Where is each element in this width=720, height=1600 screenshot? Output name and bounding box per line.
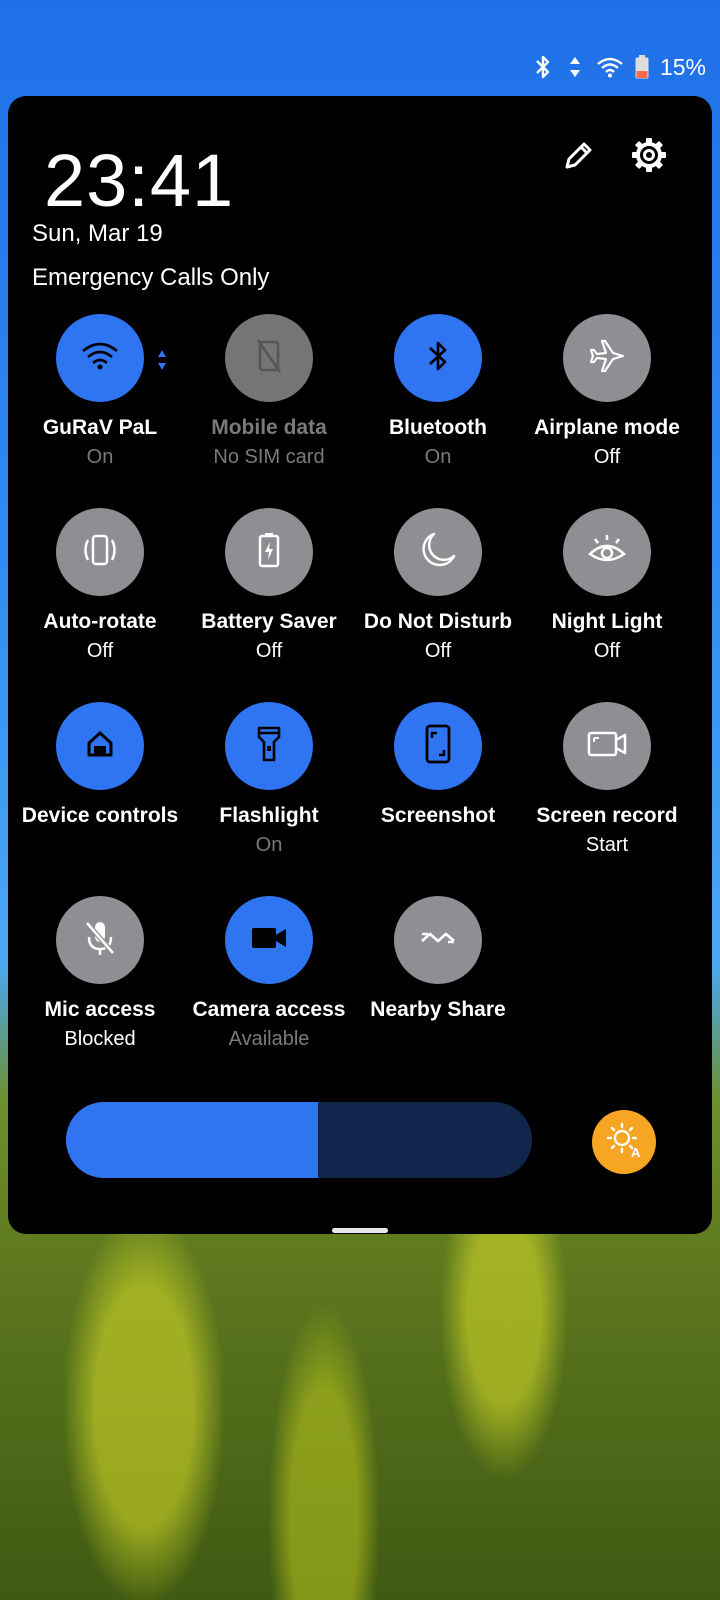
auto-brightness-button[interactable]: A	[592, 1110, 656, 1174]
tile-bluetooth[interactable]: Bluetooth On	[352, 314, 524, 469]
tile-label: Mobile data	[211, 416, 327, 439]
tile-label: Screenshot	[380, 804, 496, 827]
tile-status: Blocked	[64, 1028, 136, 1050]
edit-icon	[562, 138, 596, 177]
tile-night-light[interactable]: Night Light Off	[521, 508, 693, 663]
tile-nearby-share-button[interactable]	[394, 896, 482, 984]
tile-label: Camera access	[192, 998, 346, 1021]
tile-screenshot[interactable]: Screenshot	[352, 702, 524, 834]
svg-text:A: A	[631, 1145, 641, 1160]
tile-auto-rotate[interactable]: Auto-rotate Off	[14, 508, 186, 663]
tile-label: Night Light	[551, 610, 663, 633]
wifi-icon	[596, 54, 624, 80]
mobile-data-icon	[254, 338, 284, 379]
tile-label: Bluetooth	[389, 416, 487, 439]
tile-device-controls-button[interactable]	[56, 702, 144, 790]
tile-status: On	[255, 834, 283, 856]
nearby-share-icon	[418, 925, 458, 956]
tile-battery-saver-button[interactable]	[225, 508, 313, 596]
clock[interactable]: 23:41	[44, 138, 234, 223]
tile-status: On	[424, 446, 452, 468]
settings-icon	[630, 136, 668, 179]
tile-status: Available	[228, 1028, 310, 1050]
tile-camera-access-button[interactable]	[225, 896, 313, 984]
battery-low-icon	[634, 54, 650, 80]
auto-brightness-icon: A	[604, 1120, 644, 1165]
tile-mic-access[interactable]: Mic access Blocked	[14, 896, 186, 1051]
tile-status: Start	[585, 834, 629, 856]
carrier-text: Emergency Calls Only	[32, 264, 270, 291]
flashlight-icon	[256, 725, 282, 768]
tile-screen-record-button[interactable]	[563, 702, 651, 790]
video-camera-icon	[249, 923, 289, 958]
tile-label: Device controls	[21, 804, 179, 827]
tile-label: Auto-rotate	[43, 610, 157, 633]
tile-label: Battery Saver	[201, 610, 337, 633]
tile-label: Do Not Disturb	[363, 610, 513, 633]
tile-label: Nearby Share	[370, 998, 506, 1021]
tile-battery-saver[interactable]: Battery Saver Off	[183, 508, 355, 663]
battery-percent: 15%	[659, 53, 706, 80]
tile-nearby-share[interactable]: Nearby Share	[352, 896, 524, 1028]
tile-status: On	[86, 446, 114, 468]
airplane-icon	[587, 336, 627, 381]
tile-device-controls[interactable]: Device controls	[14, 702, 186, 834]
tile-status: Off	[593, 640, 621, 662]
quick-settings-panel: 23:41 Sun, Mar 19 Emergency Calls Only G…	[8, 96, 712, 1234]
tile-night-light-button[interactable]	[563, 508, 651, 596]
auto-rotate-icon	[80, 532, 120, 573]
bluetooth-icon	[426, 339, 450, 378]
tile-status: Off	[86, 640, 114, 662]
tile-bluetooth-button[interactable]	[394, 314, 482, 402]
mic-off-icon	[83, 919, 117, 962]
tile-status: Off	[593, 446, 621, 468]
tile-auto-rotate-button[interactable]	[56, 508, 144, 596]
tile-flashlight[interactable]: Flashlight On	[183, 702, 355, 857]
status-bar: 15%	[532, 50, 706, 84]
tile-wifi-button[interactable]	[56, 314, 144, 402]
date[interactable]: Sun, Mar 19	[32, 220, 163, 248]
tile-status: Off	[255, 640, 283, 662]
tile-mobile-data-button[interactable]	[225, 314, 313, 402]
tile-status: Off	[424, 640, 452, 662]
tile-flashlight-button[interactable]	[225, 702, 313, 790]
tile-mobile-data[interactable]: Mobile data No SIM card	[183, 314, 355, 469]
wifi-data-arrows-icon	[156, 348, 168, 377]
drag-handle[interactable]	[332, 1228, 388, 1233]
wifi-icon	[81, 341, 119, 376]
settings-button[interactable]	[624, 132, 674, 182]
moon-icon	[418, 530, 458, 575]
brightness-slider[interactable]	[66, 1102, 532, 1178]
tile-label: GuRaV PaL	[42, 416, 158, 439]
screen-record-icon	[586, 729, 628, 764]
home-icon	[85, 729, 115, 764]
tile-label: Airplane mode	[534, 416, 680, 439]
edit-button[interactable]	[554, 132, 604, 182]
tile-do-not-disturb[interactable]: Do Not Disturb Off	[352, 508, 524, 663]
tile-mic-access-button[interactable]	[56, 896, 144, 984]
tile-status: No SIM card	[213, 446, 325, 468]
screenshot-icon	[424, 724, 452, 769]
tile-label: Flashlight	[219, 804, 319, 827]
tile-label: Screen record	[536, 804, 678, 827]
tile-label: Mic access	[44, 998, 156, 1021]
tile-airplane-mode-button[interactable]	[563, 314, 651, 402]
data-arrows-icon	[564, 54, 586, 80]
battery-saver-icon	[257, 532, 281, 573]
eye-icon	[587, 532, 627, 573]
brightness-level	[66, 1102, 318, 1178]
tile-screenshot-button[interactable]	[394, 702, 482, 790]
tile-airplane-mode[interactable]: Airplane mode Off	[521, 314, 693, 469]
bluetooth-icon	[532, 54, 554, 80]
tile-do-not-disturb-button[interactable]	[394, 508, 482, 596]
tile-wifi[interactable]: GuRaV PaL On	[14, 314, 186, 469]
tile-camera-access[interactable]: Camera access Available	[183, 896, 355, 1051]
tile-screen-record[interactable]: Screen record Start	[521, 702, 693, 857]
